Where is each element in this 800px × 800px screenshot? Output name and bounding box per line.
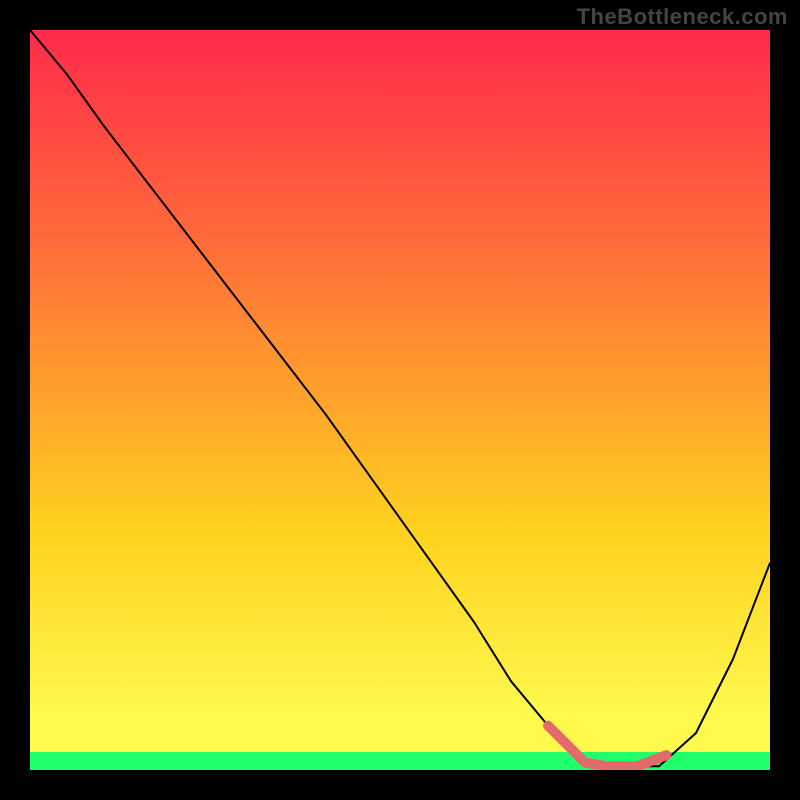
page-root: TheBottleneck.com — [0, 0, 800, 800]
bottleneck-chart — [30, 30, 770, 770]
chart-area — [30, 30, 770, 770]
gradient-background — [30, 30, 770, 770]
branding-label: TheBottleneck.com — [577, 4, 788, 30]
